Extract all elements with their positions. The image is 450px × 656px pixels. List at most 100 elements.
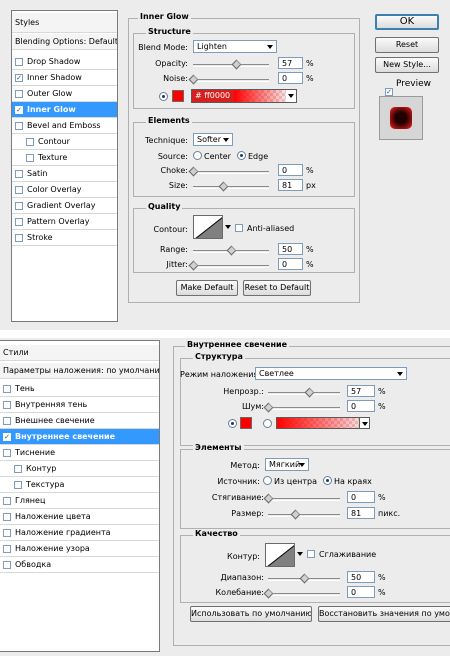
style-item-inner-glow[interactable]: ✓ Inner Glow [12,102,117,118]
gradient-radio-picker[interactable]: # ff0000 [191,89,297,103]
noise-field-ru[interactable]: 0 [347,400,375,412]
jitter-field[interactable]: 0 [278,258,303,270]
blend-mode-select-ru[interactable]: Светлее [255,367,407,380]
checkbox-icon[interactable] [15,201,23,210]
range-field[interactable]: 50 [278,243,303,255]
style-item-bevel-emboss[interactable]: Bevel and Emboss [12,118,117,134]
source-center-radio[interactable] [193,151,202,160]
noise-slider-ru[interactable] [263,402,340,413]
checkbox-icon[interactable] [15,169,23,178]
technique-select-ru[interactable]: Мягкий [265,458,309,471]
make-default-button-ru[interactable]: Использовать по умолчанию [190,606,312,622]
style-item-color-overlay[interactable]: Color Overlay [12,182,117,198]
checkbox-icon[interactable] [15,57,23,66]
style-item-drop-shadow[interactable]: Drop Shadow [12,54,117,70]
style-item-ru-8[interactable]: Наложение цвета [0,509,159,525]
style-item-ru-1[interactable]: Внутренняя тень [0,397,159,413]
gradient-swatch[interactable] [234,90,286,102]
range-field-ru[interactable]: 50 [347,571,375,583]
range-slider[interactable] [193,245,269,256]
style-item-stroke[interactable]: Stroke [12,230,117,246]
style-item-ru-3[interactable]: ✓ Внутреннее свечение [0,429,159,445]
checkbox-icon[interactable] [15,89,23,98]
style-item-outer-glow[interactable]: Outer Glow [12,86,117,102]
glow-color-swatch[interactable] [172,90,184,102]
style-item-ru-10[interactable]: Наложение узора [0,541,159,557]
preview-checkbox[interactable]: ✓ [385,88,393,96]
noise-slider[interactable] [188,74,269,85]
ok-button[interactable]: OK [375,14,439,30]
source-center-radio-ru[interactable] [263,476,272,485]
noise-field[interactable]: 0 [278,72,303,84]
blending-options-item-ru[interactable]: Параметры наложения: по умолчанию [0,363,159,379]
anti-aliased-checkbox-ru[interactable] [307,550,315,558]
checkbox-icon[interactable] [26,137,34,146]
reset-button[interactable]: Reset [375,37,439,53]
style-item-inner-shadow[interactable]: ✓ Inner Shadow [12,70,117,86]
style-item-ru-2[interactable]: Внешнее свечение [0,413,159,429]
checkbox-icon[interactable] [3,384,11,393]
color-radio-ru[interactable] [228,419,237,428]
source-edge-radio[interactable] [237,151,246,160]
checkbox-icon[interactable] [3,544,11,553]
choke-slider[interactable] [188,166,269,177]
style-item-ru-7[interactable]: Глянец [0,493,159,509]
style-item-contour[interactable]: Contour [12,134,117,150]
reset-to-default-button-ru[interactable]: Восстановить значения по умолчанию [318,606,450,622]
checkbox-icon[interactable] [15,121,23,130]
blend-mode-select[interactable]: Lighten [193,40,277,53]
dropdown-arrow-icon[interactable] [288,94,294,98]
checkbox-icon[interactable] [3,512,11,521]
styles-header-ru[interactable]: Стили [0,345,159,361]
jitter-field-ru[interactable]: 0 [347,586,375,598]
checkbox-icon[interactable] [15,217,23,226]
opacity-field-ru[interactable]: 57 [347,385,375,397]
checkbox-icon[interactable] [3,560,11,569]
checkbox-icon[interactable] [3,448,11,457]
style-item-ru-11[interactable]: Обводка [0,557,159,573]
checkbox-icon[interactable] [14,464,22,473]
contour-picker-ru[interactable] [265,543,295,567]
opacity-slider-ru[interactable] [268,387,340,398]
checkbox-icon[interactable]: ✓ [3,432,11,441]
checkbox-icon[interactable] [15,233,23,242]
checkbox-icon[interactable] [3,528,11,537]
checkbox-icon[interactable] [3,496,11,505]
size-field-ru[interactable]: 81 [347,507,375,519]
blending-options-item[interactable]: Blending Options: Default [12,34,117,50]
jitter-slider-ru[interactable] [263,588,340,599]
reset-to-default-button[interactable]: Reset to Default [243,280,311,296]
choke-field[interactable]: 0 [278,164,303,176]
checkbox-icon[interactable] [3,416,11,425]
range-slider-ru[interactable] [268,573,340,584]
checkbox-icon[interactable]: ✓ [15,105,23,114]
styles-header[interactable]: Styles [12,13,117,33]
dropdown-arrow-icon[interactable] [297,552,303,556]
jitter-slider[interactable] [188,260,269,271]
make-default-button[interactable]: Make Default [176,280,238,296]
size-slider-ru[interactable] [268,509,340,520]
size-field[interactable]: 81 [278,179,303,191]
style-item-ru-5[interactable]: Контур [0,461,159,477]
gradient-radio-ru[interactable] [263,419,272,428]
technique-select[interactable]: Softer [193,133,233,146]
style-item-ru-0[interactable]: Тень [0,381,159,397]
opacity-slider[interactable] [193,59,269,70]
opacity-field[interactable]: 57 [278,57,303,69]
choke-slider-ru[interactable] [263,493,340,504]
style-item-ru-4[interactable]: Тиснение [0,445,159,461]
checkbox-icon[interactable] [15,185,23,194]
choke-field-ru[interactable]: 0 [347,491,375,503]
source-edge-radio-ru[interactable] [323,476,332,485]
color-radio[interactable] [159,92,168,101]
glow-color-swatch-ru[interactable] [240,417,252,429]
style-item-pattern-overlay[interactable]: Pattern Overlay [12,214,117,230]
checkbox-icon[interactable] [3,400,11,409]
style-item-satin[interactable]: Satin [12,166,117,182]
checkbox-icon[interactable] [14,480,22,489]
dropdown-arrow-icon[interactable] [359,417,370,429]
style-item-texture[interactable]: Texture [12,150,117,166]
style-item-gradient-overlay[interactable]: Gradient Overlay [12,198,117,214]
anti-aliased-checkbox[interactable] [235,224,243,232]
contour-picker[interactable] [193,215,223,239]
